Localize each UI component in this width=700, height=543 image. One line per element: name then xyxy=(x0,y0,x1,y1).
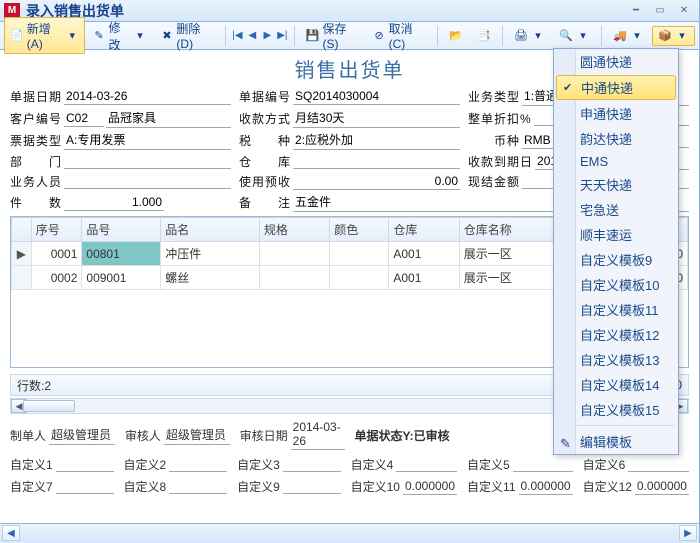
minimize-button[interactable]: ━ xyxy=(625,4,647,18)
dept-field[interactable] xyxy=(64,154,231,169)
custom-field[interactable] xyxy=(169,458,227,472)
truck-icon: 🚚 xyxy=(613,29,627,43)
tool-preview-button[interactable]: 🔍▾ xyxy=(553,26,596,46)
delete-button[interactable]: ✖删除(D) xyxy=(154,17,220,54)
express-menuitem[interactable]: 自定义模板11 xyxy=(554,297,678,322)
custom-field[interactable] xyxy=(628,458,689,472)
package-icon: 📦 xyxy=(658,29,672,43)
status-right-button[interactable]: ▶ xyxy=(679,525,697,541)
custom-field[interactable]: 0.000000 xyxy=(403,479,457,495)
qty-field[interactable]: 1.000 xyxy=(64,195,164,211)
tool-express-button[interactable]: 📦▾ xyxy=(652,26,695,46)
tool-export-button[interactable]: 📑 xyxy=(471,26,497,46)
custom-field[interactable] xyxy=(169,480,227,494)
status-left-button[interactable]: ◀ xyxy=(2,525,20,541)
col-header[interactable]: 仓库名称 xyxy=(459,218,558,242)
express-menuitem[interactable]: 宅急送 xyxy=(554,197,678,222)
order-date-field[interactable]: 2014-03-26 xyxy=(64,89,231,105)
custom-field[interactable] xyxy=(56,480,114,494)
col-header[interactable]: 规格 xyxy=(259,218,329,242)
express-menuitem[interactable]: 自定义模板9 xyxy=(554,247,678,272)
col-header[interactable]: 品号 xyxy=(82,218,161,242)
maximize-button[interactable]: ▭ xyxy=(649,4,671,18)
export-icon: 📑 xyxy=(477,29,491,43)
edit-template-menuitem[interactable]: ✎编辑模板 xyxy=(554,429,678,454)
custom-field[interactable] xyxy=(56,458,114,472)
col-header[interactable]: 颜色 xyxy=(330,218,389,242)
auditor-field: 超级管理员 xyxy=(164,426,230,445)
col-header[interactable]: 仓库 xyxy=(389,218,459,242)
tool-open-button[interactable]: 📂 xyxy=(443,26,469,46)
nav-last-button[interactable]: ▶| xyxy=(276,29,289,43)
express-template-menu[interactable]: 圆通快递✔中通快递申通快递韵达快递EMS天天快递宅急送顺丰速运自定义模板9自定义… xyxy=(553,48,679,455)
custom-field[interactable]: 0.000000 xyxy=(519,479,573,495)
scroll-thumb[interactable] xyxy=(23,400,75,412)
creator-field: 超级管理员 xyxy=(49,426,115,445)
express-menuitem[interactable]: 圆通快递 xyxy=(554,49,678,74)
express-menuitem[interactable]: 申通快递 xyxy=(554,101,678,126)
edit-icon: ✎ xyxy=(93,29,106,43)
warehouse-field[interactable] xyxy=(293,154,460,169)
prepay-field[interactable]: 0.00 xyxy=(293,174,460,190)
check-icon: ✔ xyxy=(563,81,572,94)
new-button[interactable]: 📄新增(A)▾ xyxy=(4,17,85,54)
express-menuitem[interactable]: 自定义模板13 xyxy=(554,347,678,372)
col-header[interactable]: 序号 xyxy=(31,218,82,242)
preview-icon: 🔍 xyxy=(559,29,573,43)
custom-field[interactable] xyxy=(513,458,573,472)
col-header[interactable]: 品名 xyxy=(161,218,260,242)
express-menuitem[interactable]: 自定义模板14 xyxy=(554,372,678,397)
status-label: 单据状态Y:已审核 xyxy=(355,427,450,444)
cancel-icon: ⊘ xyxy=(373,29,386,43)
col-header[interactable] xyxy=(12,218,32,242)
cust-no-field[interactable]: C02 xyxy=(64,111,104,127)
nav-first-button[interactable]: |◀ xyxy=(231,29,244,43)
edit-button[interactable]: ✎修改▾ xyxy=(87,16,153,56)
tax-field[interactable]: 2:应税外加 xyxy=(293,131,460,150)
express-menuitem[interactable]: 自定义模板10 xyxy=(554,272,678,297)
custom-field[interactable]: 0.000000 xyxy=(635,479,689,495)
nav-next-button[interactable]: ▶ xyxy=(261,29,274,43)
dropdown-icon[interactable]: ▾ xyxy=(66,29,79,43)
row-count: 行数:2 xyxy=(17,377,51,394)
close-button[interactable]: ✕ xyxy=(673,4,695,18)
express-menuitem[interactable]: 韵达快递 xyxy=(554,126,678,151)
cancel-button[interactable]: ⊘取消(C) xyxy=(367,17,433,54)
print-icon: 🖨 xyxy=(514,29,528,43)
tool-ship-button[interactable]: 🚚▾ xyxy=(607,26,650,46)
custom-field[interactable] xyxy=(396,458,457,472)
invoice-field[interactable]: A:专用发票 xyxy=(64,131,231,150)
custom-field[interactable] xyxy=(283,458,341,472)
save-button[interactable]: 💾保存(S) xyxy=(300,17,365,54)
cust-name-field[interactable]: 品冠家具 xyxy=(106,109,231,128)
express-menuitem[interactable]: 顺丰速运 xyxy=(554,222,678,247)
custom-field[interactable] xyxy=(283,480,341,494)
order-no-field[interactable]: SQ2014030004 xyxy=(293,89,460,105)
pay-method-field[interactable]: 月结30天 xyxy=(293,109,460,128)
folder-icon: 📂 xyxy=(449,29,463,43)
audit-date-field: 2014-03-26 xyxy=(291,420,345,450)
tool-print-button[interactable]: 🖨▾ xyxy=(508,26,551,46)
save-icon: 💾 xyxy=(306,29,320,43)
delete-icon: ✖ xyxy=(160,29,173,43)
new-icon: 📄 xyxy=(10,29,24,43)
express-menuitem[interactable]: 自定义模板12 xyxy=(554,322,678,347)
nav-prev-button[interactable]: ◀ xyxy=(246,29,259,43)
express-menuitem[interactable]: 天天快递 xyxy=(554,172,678,197)
status-bar: ◀ ▶ xyxy=(0,523,699,543)
pencil-icon: ✎ xyxy=(560,436,572,448)
express-menuitem[interactable]: ✔中通快递 xyxy=(556,75,676,100)
toolbar: 📄新增(A)▾ ✎修改▾ ✖删除(D) |◀ ◀ ▶ ▶| 💾保存(S) ⊘取消… xyxy=(0,22,699,50)
express-menuitem[interactable]: 自定义模板15 xyxy=(554,397,678,422)
sales-field[interactable] xyxy=(64,174,231,189)
express-menuitem[interactable]: EMS xyxy=(554,151,678,172)
